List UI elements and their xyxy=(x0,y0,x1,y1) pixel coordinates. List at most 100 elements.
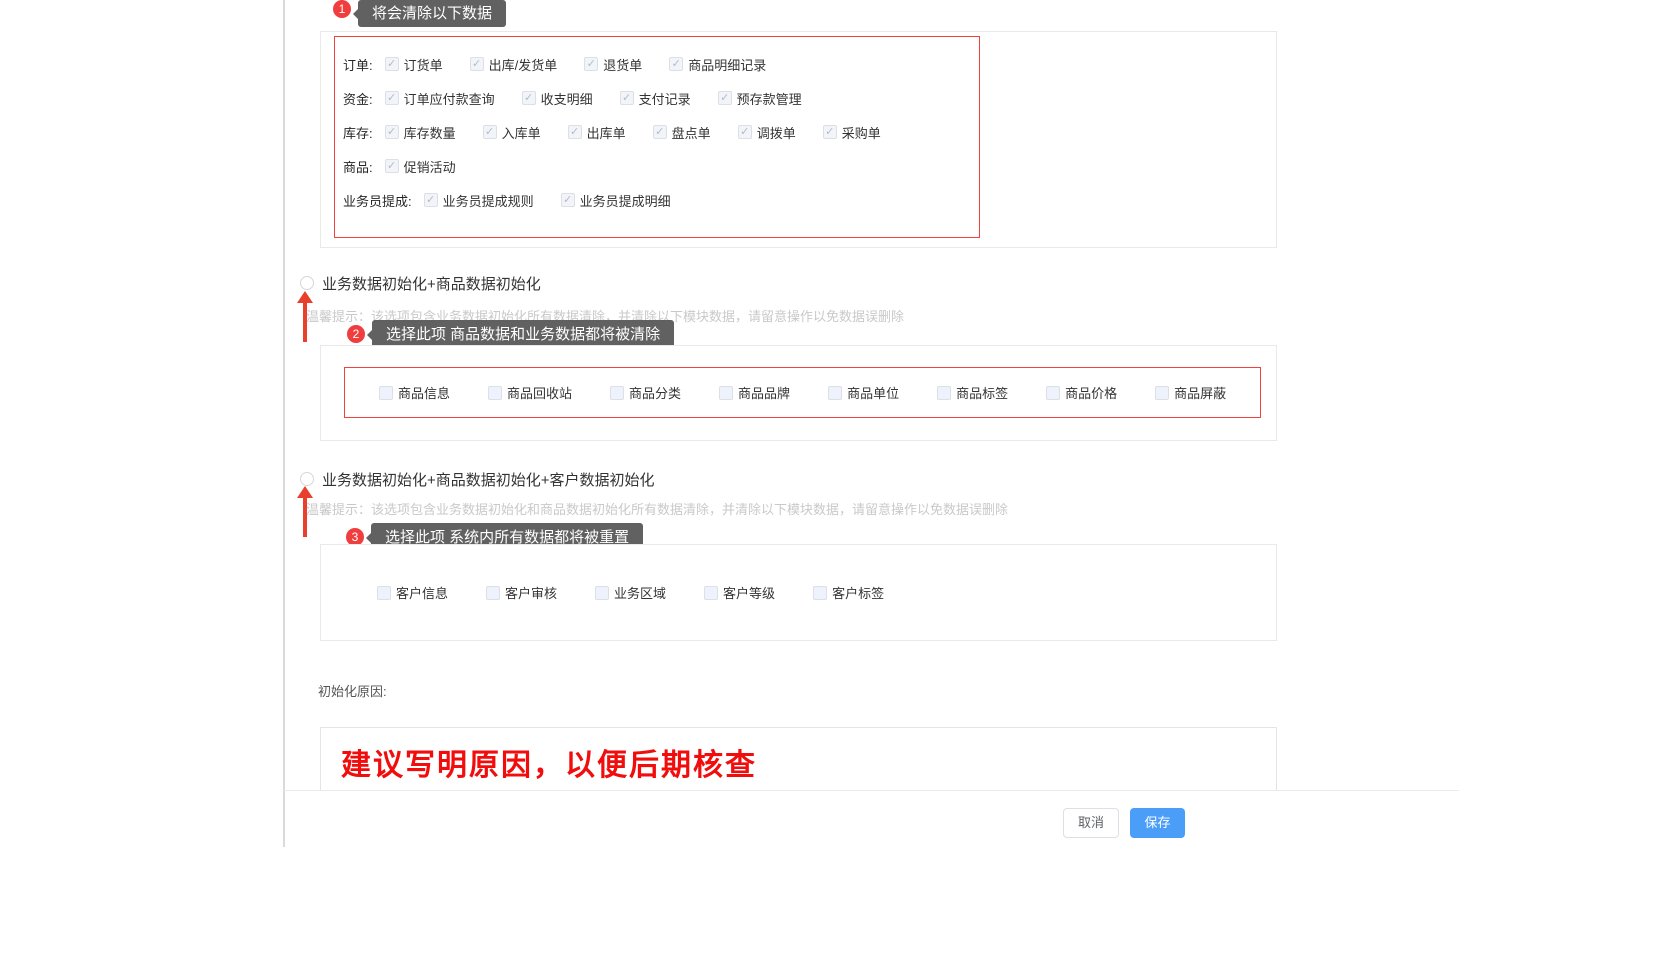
checkbox-unchecked-icon xyxy=(377,586,391,600)
checkbox-list: ✓ 订货单 ✓ 出库/发货单 ✓ 退货单 ✓商品明细记录 xyxy=(385,55,767,74)
checkbox-item[interactable]: 客户信息 xyxy=(377,583,448,602)
checkbox-label: 退货单 xyxy=(603,55,642,74)
checkbox-item[interactable]: 商品标签 xyxy=(937,383,1008,402)
checkbox-item[interactable]: ✓业务员提成规则 xyxy=(424,191,534,210)
checkbox-label: 商品回收站 xyxy=(507,383,572,402)
checkbox-label: 入库单 xyxy=(502,123,541,142)
checkbox-item[interactable]: ✓促销活动 xyxy=(385,157,456,176)
checkbox-checked-icon: ✓ xyxy=(823,125,837,139)
checkbox-item[interactable]: 客户等级 xyxy=(704,583,775,602)
checkbox-item[interactable]: ✓ 业务员提成明细 xyxy=(561,191,671,210)
reason-textarea[interactable]: 建议写明原因，以便后期核查 xyxy=(320,727,1277,790)
product-data-box: 商品信息 商品回收站 商品分类 商品品牌 商品单位 商品标签 商品价格 商品屏蔽 xyxy=(320,345,1277,441)
checkbox-item[interactable]: ✓ 盘点单 xyxy=(653,123,711,142)
checkbox-label: 预存款管理 xyxy=(737,89,802,108)
checkbox-checked-icon: ✓ xyxy=(584,57,598,71)
checkbox-item[interactable]: ✓预存款管理 xyxy=(718,89,802,108)
checkbox-label: 商品分类 xyxy=(629,383,681,402)
checkbox-checked-icon: ✓ xyxy=(385,57,399,71)
checkbox-item[interactable]: 商品回收站 xyxy=(488,383,572,402)
checkbox-item[interactable]: ✓ 出库单 xyxy=(568,123,626,142)
checkbox-label: 出库/发货单 xyxy=(489,55,558,74)
checkbox-item[interactable]: 商品单位 xyxy=(828,383,899,402)
checkbox-unchecked-icon xyxy=(610,386,624,400)
step-2-badge-icon: 2 xyxy=(347,325,365,343)
checkbox-label: 商品信息 xyxy=(398,383,450,402)
checkbox-group-row: 业务员提成: ✓业务员提成规则 ✓ 业务员提成明细 xyxy=(343,183,979,217)
data-initialization-page: 1 将会清除以下数据 订单:✓订货单✓出库/发货单✓退货单✓商品明细记录资金:✓… xyxy=(0,0,1673,980)
checkbox-unchecked-icon xyxy=(379,386,393,400)
checkbox-checked-icon: ✓ xyxy=(568,125,582,139)
radio-icon xyxy=(300,472,314,486)
checkbox-item[interactable]: ✓订单应付款查询 xyxy=(385,89,495,108)
customer-data-checkboxes: 客户信息 客户审核 业务区域 客户等级 客户标签 xyxy=(377,583,884,602)
radio-option-all-data[interactable]: 业务数据初始化+商品数据初始化+客户数据初始化 xyxy=(300,465,655,493)
save-button[interactable]: 保存 xyxy=(1130,808,1185,838)
product-data-red-frame: 商品信息 商品回收站 商品分类 商品品牌 商品单位 商品标签 商品价格 商品屏蔽 xyxy=(344,367,1261,418)
checkbox-item[interactable]: ✓ 调拨单 xyxy=(738,123,796,142)
reason-label: 初始化原因: xyxy=(318,681,387,700)
checkbox-list: ✓库存数量✓入库单✓出库单✓盘点单✓调拨单✓采购单 xyxy=(385,123,881,142)
checkbox-unchecked-icon xyxy=(813,586,827,600)
checkbox-item[interactable]: 客户审核 xyxy=(486,583,557,602)
checkbox-item[interactable]: 商品品牌 xyxy=(719,383,790,402)
checkbox-label: 收支明细 xyxy=(541,89,593,108)
checkbox-label: 出库单 xyxy=(587,123,626,142)
checkbox-checked-icon: ✓ xyxy=(483,125,497,139)
option3-hint: 温馨提示：该选项包含业务数据初始化和商品数据初始化所有数据清除，并清除以下模块数… xyxy=(306,499,1008,518)
group-label: 业务员提成: xyxy=(343,191,412,210)
checkbox-checked-icon: ✓ xyxy=(653,125,667,139)
checkbox-label: 商品屏蔽 xyxy=(1174,383,1226,402)
checkbox-label: 商品价格 xyxy=(1065,383,1117,402)
checkbox-checked-icon: ✓ xyxy=(738,125,752,139)
checkbox-checked-icon: ✓ xyxy=(470,57,484,71)
checkbox-item[interactable]: 商品信息 xyxy=(379,383,450,402)
checkbox-label: 促销活动 xyxy=(404,157,456,176)
checkbox-label: 商品标签 xyxy=(956,383,1008,402)
checkbox-label: 订货单 xyxy=(404,55,443,74)
checkbox-item[interactable]: ✓收支明细 xyxy=(522,89,593,108)
checkbox-label: 商品品牌 xyxy=(738,383,790,402)
cancel-button[interactable]: 取消 xyxy=(1063,808,1119,838)
checkbox-group-row: 商品:✓促销活动 xyxy=(343,149,979,183)
checkbox-item[interactable]: ✓ 采购单 xyxy=(823,123,881,142)
checkbox-unchecked-icon xyxy=(719,386,733,400)
checkbox-group-row: 资金:✓订单应付款查询✓收支明细✓支付记录✓预存款管理 xyxy=(343,81,979,115)
checkbox-item[interactable]: ✓ 出库/发货单 xyxy=(470,55,558,74)
checkbox-checked-icon: ✓ xyxy=(620,91,634,105)
checkbox-checked-icon: ✓ xyxy=(385,125,399,139)
checkbox-label: 调拨单 xyxy=(757,123,796,142)
callout-1-tooltip: 将会清除以下数据 xyxy=(358,0,506,27)
checkbox-label: 客户标签 xyxy=(832,583,884,602)
checkbox-group-row: 订单:✓订货单✓出库/发货单✓退货单✓商品明细记录 xyxy=(343,47,979,81)
checkbox-group-row: 库存:✓库存数量✓入库单✓出库单✓盘点单✓调拨单✓采购单 xyxy=(343,115,979,149)
checkbox-label: 业务区域 xyxy=(614,583,666,602)
checkbox-item[interactable]: 商品分类 xyxy=(610,383,681,402)
checkbox-item[interactable]: ✓商品明细记录 xyxy=(669,55,766,74)
checkbox-item[interactable]: ✓ 退货单 xyxy=(584,55,642,74)
checkbox-unchecked-icon xyxy=(704,586,718,600)
callout-1: 1 将会清除以下数据 xyxy=(333,0,506,27)
checkbox-item[interactable]: 商品屏蔽 xyxy=(1155,383,1226,402)
checkbox-label: 盘点单 xyxy=(672,123,711,142)
checkbox-label: 业务员提成明细 xyxy=(580,191,671,210)
checkbox-item[interactable]: ✓库存数量 xyxy=(385,123,456,142)
radio-icon xyxy=(300,276,314,290)
checkbox-item[interactable]: 业务区域 xyxy=(595,583,666,602)
checkbox-item[interactable]: 客户标签 xyxy=(813,583,884,602)
checkbox-checked-icon: ✓ xyxy=(561,193,575,207)
checkbox-item[interactable]: 商品价格 xyxy=(1046,383,1117,402)
checkbox-checked-icon: ✓ xyxy=(669,57,683,71)
step-1-badge-icon: 1 xyxy=(333,0,351,18)
checkbox-list: ✓订单应付款查询✓收支明细✓支付记录✓预存款管理 xyxy=(385,89,802,108)
checkbox-item[interactable]: ✓ 订货单 xyxy=(385,55,443,74)
business-data-groups: 订单:✓订货单✓出库/发货单✓退货单✓商品明细记录资金:✓订单应付款查询✓收支明… xyxy=(343,47,979,217)
checkbox-label: 采购单 xyxy=(842,123,881,142)
radio-label: 业务数据初始化+商品数据初始化+客户数据初始化 xyxy=(322,469,655,490)
checkbox-item[interactable]: ✓支付记录 xyxy=(620,89,691,108)
customer-data-box: 客户信息 客户审核 业务区域 客户等级 客户标签 xyxy=(320,544,1277,641)
radio-option-business-product[interactable]: 业务数据初始化+商品数据初始化 xyxy=(300,269,541,297)
checkbox-item[interactable]: ✓ 入库单 xyxy=(483,123,541,142)
footer-divider xyxy=(284,790,1459,791)
business-data-red-frame: 订单:✓订货单✓出库/发货单✓退货单✓商品明细记录资金:✓订单应付款查询✓收支明… xyxy=(334,36,980,238)
